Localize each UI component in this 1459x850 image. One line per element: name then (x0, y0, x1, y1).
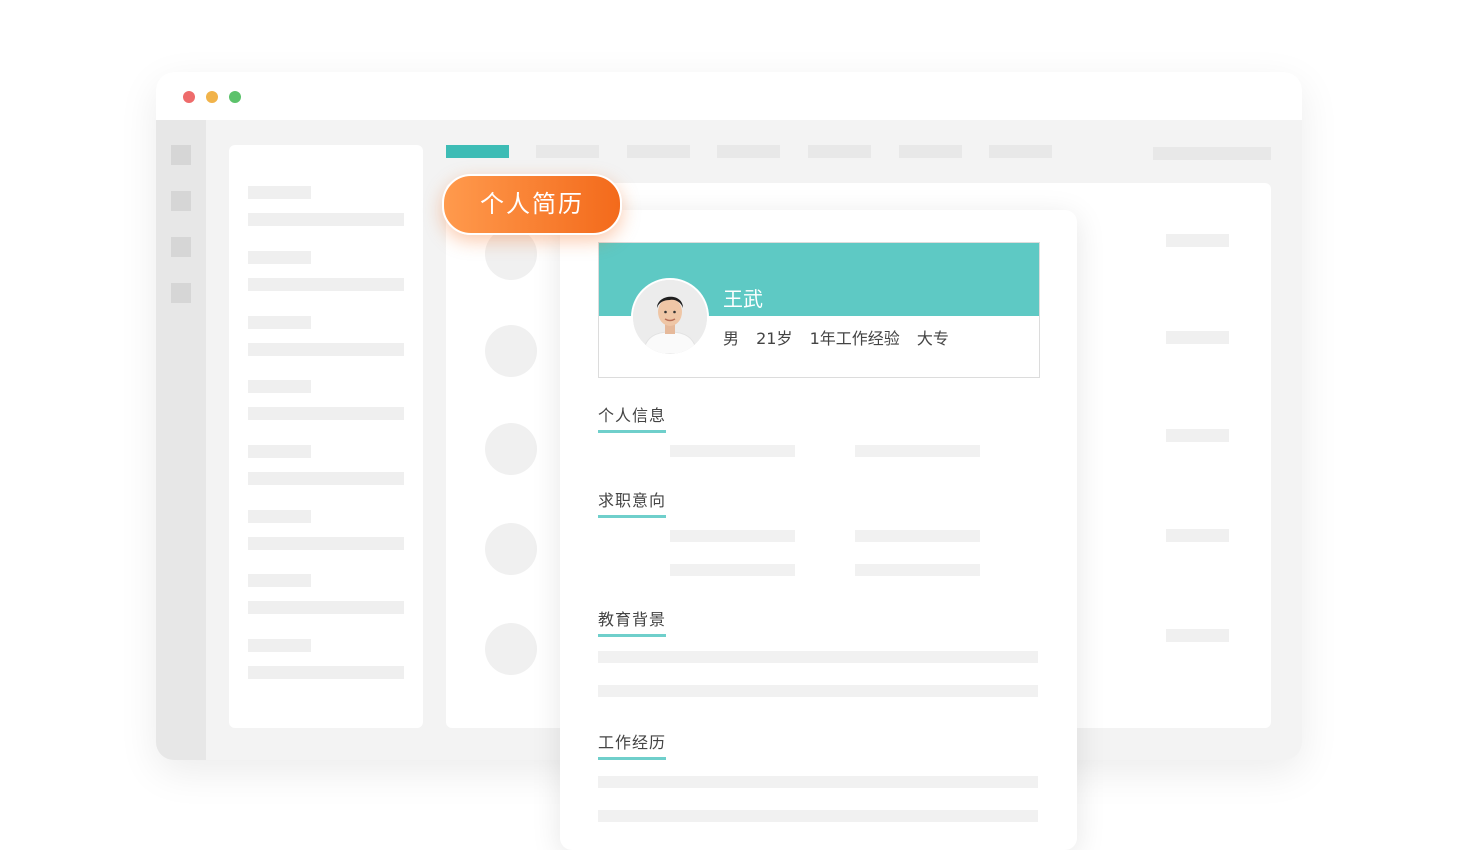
line-placeholder (598, 685, 1038, 697)
candidate-avatar-placeholder[interactable] (485, 423, 537, 475)
side-item-value (248, 407, 404, 420)
tab-7[interactable] (989, 145, 1052, 158)
section-work-experience: 工作经历 (598, 729, 667, 760)
side-item-value (248, 666, 404, 679)
icon-rail (156, 120, 206, 760)
candidate-experience: 1年工作经验 (809, 329, 900, 348)
topbar-right-placeholder[interactable] (1153, 147, 1271, 160)
side-item-label[interactable] (248, 574, 311, 587)
candidate-avatar-placeholder[interactable] (485, 623, 537, 675)
rail-icon-4[interactable] (171, 283, 191, 303)
field-placeholder (670, 530, 795, 542)
section-education: 教育背景 (598, 606, 667, 637)
person-photo-icon (633, 280, 707, 354)
line-placeholder (598, 651, 1038, 663)
candidate-avatar-placeholder[interactable] (485, 228, 537, 280)
side-item-label[interactable] (248, 316, 311, 329)
candidate-avatar-placeholder[interactable] (485, 325, 537, 377)
line-placeholder (598, 776, 1038, 788)
side-panel (229, 145, 423, 728)
tab-3[interactable] (627, 145, 690, 158)
tab-5[interactable] (808, 145, 871, 158)
tab-2[interactable] (536, 145, 599, 158)
title-bar (156, 72, 1302, 120)
field-placeholder (855, 445, 980, 457)
section-job-intention: 求职意向 (598, 487, 667, 518)
side-item-label[interactable] (248, 445, 311, 458)
rail-icon-3[interactable] (171, 237, 191, 257)
field-placeholder (855, 530, 980, 542)
field-placeholder (855, 564, 980, 576)
candidate-name: 王武 (723, 289, 763, 311)
side-item-value (248, 213, 404, 226)
side-item-value (248, 601, 404, 614)
side-item-value (248, 537, 404, 550)
side-item-label[interactable] (248, 380, 311, 393)
side-item-label[interactable] (248, 186, 311, 199)
side-item-value (248, 343, 404, 356)
candidate-avatar (631, 278, 709, 356)
row-action-placeholder[interactable] (1166, 629, 1229, 642)
row-action-placeholder[interactable] (1166, 529, 1229, 542)
side-item-value (248, 278, 404, 291)
resume-badge[interactable]: 个人简历 (442, 174, 622, 235)
window-minimize-button[interactable] (206, 91, 218, 103)
resume-card: 王武 男 21岁 1年工作经验 大专 个人信息 求职意向 教育背景 工作经历 (560, 210, 1077, 850)
tab-6[interactable] (899, 145, 962, 158)
side-item-label[interactable] (248, 510, 311, 523)
window-close-button[interactable] (183, 91, 195, 103)
row-action-placeholder[interactable] (1166, 331, 1229, 344)
candidate-education: 大专 (916, 329, 949, 348)
tab-active[interactable] (446, 145, 509, 158)
candidate-avatar-placeholder[interactable] (485, 523, 537, 575)
candidate-meta: 男 21岁 1年工作经验 大专 (723, 325, 961, 349)
candidate-gender: 男 (723, 329, 740, 348)
rail-icon-1[interactable] (171, 145, 191, 165)
row-action-placeholder[interactable] (1166, 429, 1229, 442)
row-action-placeholder[interactable] (1166, 234, 1229, 247)
tab-4[interactable] (717, 145, 780, 158)
rail-icon-2[interactable] (171, 191, 191, 211)
side-item-value (248, 472, 404, 485)
profile-header: 王武 男 21岁 1年工作经验 大专 (598, 242, 1040, 378)
field-placeholder (670, 445, 795, 457)
field-placeholder (670, 564, 795, 576)
section-personal-info: 个人信息 (598, 402, 667, 433)
line-placeholder (598, 810, 1038, 822)
window-maximize-button[interactable] (229, 91, 241, 103)
side-item-label[interactable] (248, 639, 311, 652)
side-item-label[interactable] (248, 251, 311, 264)
candidate-age: 21岁 (756, 329, 793, 348)
